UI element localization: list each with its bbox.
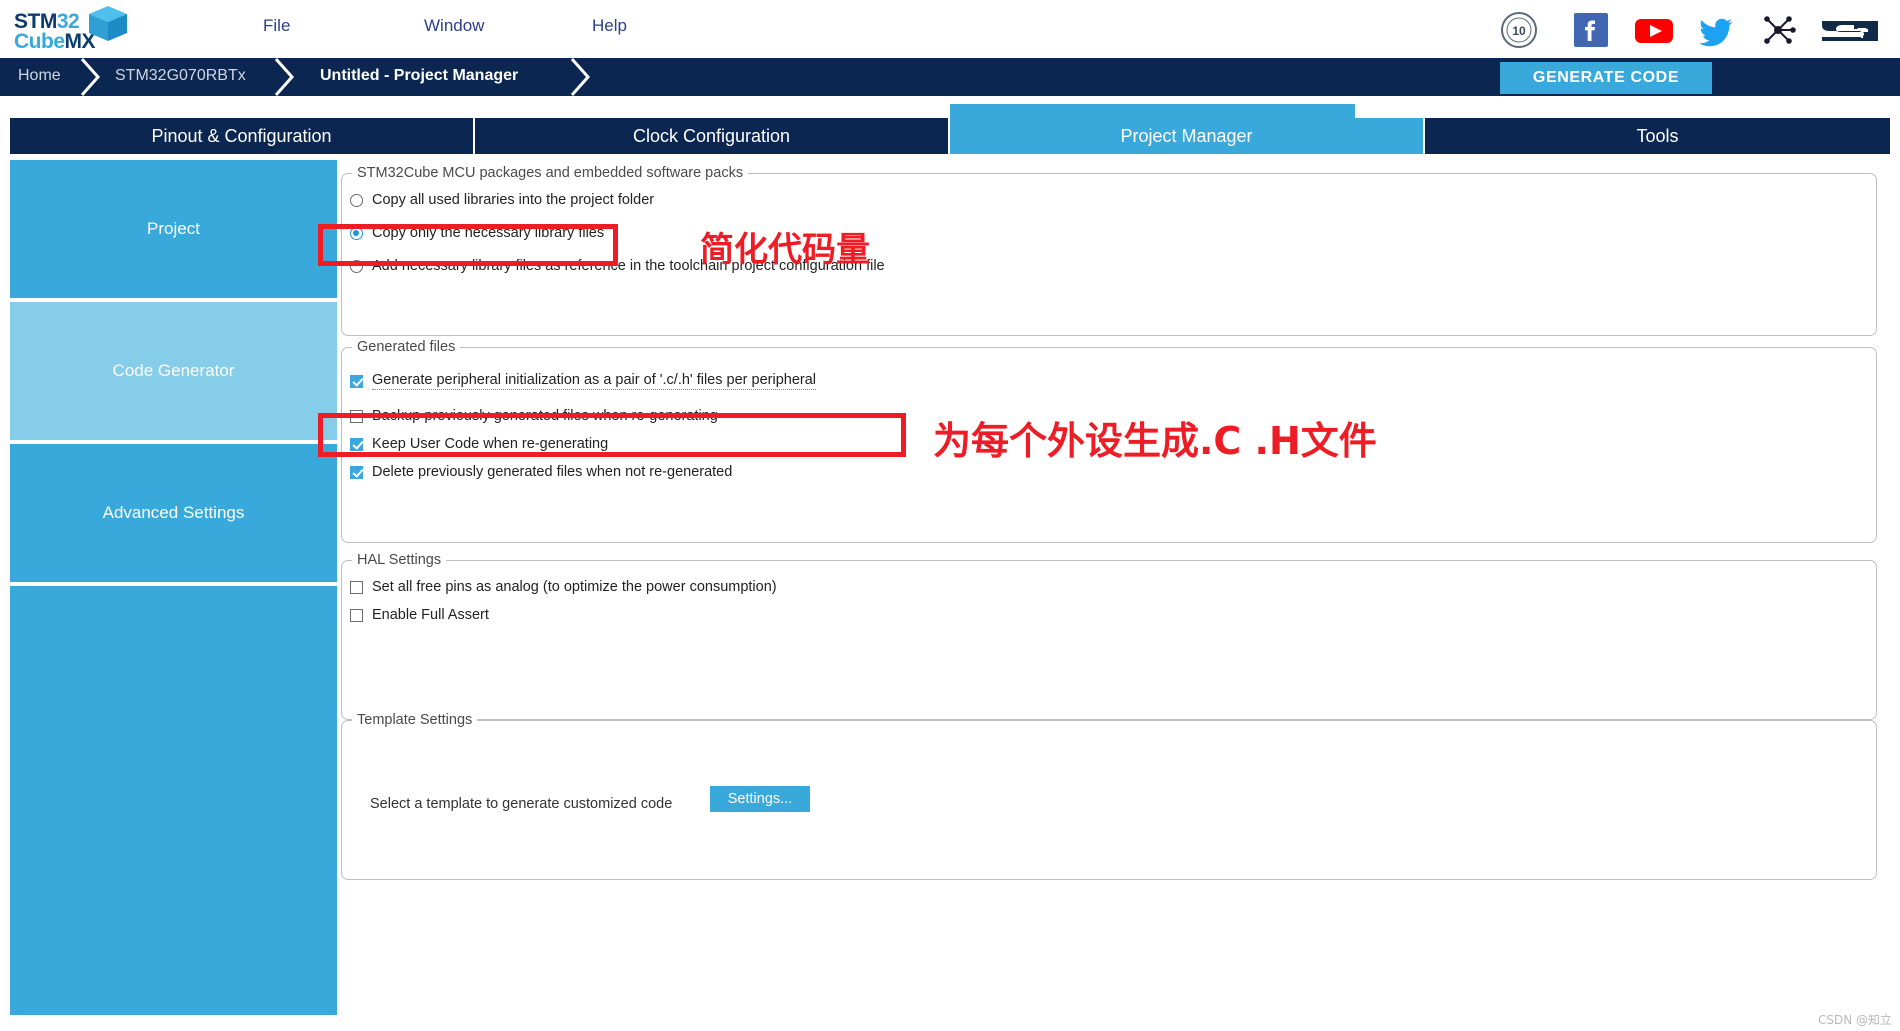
breadcrumb-chevron-icon: [78, 58, 104, 96]
checkbox-label: Backup previously generated files when r…: [372, 408, 718, 424]
radio-label: Copy all used libraries into the project…: [372, 192, 655, 208]
sidebar-item-project[interactable]: Project: [10, 160, 337, 300]
breadcrumb-project[interactable]: Untitled - Project Manager: [320, 67, 518, 85]
ten-years-badge-icon[interactable]: 10: [1500, 11, 1538, 49]
logo-cube-text: Cube: [14, 30, 65, 53]
checkbox-label: Delete previously generated files when n…: [372, 464, 733, 480]
sidebar-item-code-generator[interactable]: Code Generator: [10, 302, 337, 442]
svg-text:T: T: [1857, 25, 1866, 42]
menu-help[interactable]: Help: [592, 16, 627, 36]
group-mcu-packages-title: STM32Cube MCU packages and embedded soft…: [352, 165, 749, 181]
checkbox-label: Generate peripheral initialization as a …: [372, 372, 816, 390]
annotation-text-generate-ch-files: 为每个外设生成.C .H文件: [933, 419, 1377, 463]
checkbox-icon-checked[interactable]: [350, 465, 363, 479]
stm32cubemx-logo: STM32 CubeMX: [10, 4, 140, 56]
twitter-icon[interactable]: [1696, 11, 1734, 49]
menu-window[interactable]: Window: [424, 16, 484, 36]
checkbox-icon[interactable]: [350, 608, 363, 622]
radio-copy-all-libraries[interactable]: Copy all used libraries into the project…: [350, 192, 654, 208]
st-logo-icon[interactable]: T: [1818, 11, 1882, 49]
svg-text:10: 10: [1512, 24, 1526, 38]
group-template-settings: Template Settings Select a template to g…: [341, 712, 1877, 880]
checkbox-icon-checked[interactable]: [350, 437, 363, 451]
facebook-icon[interactable]: [1572, 11, 1610, 49]
youtube-icon[interactable]: [1633, 11, 1673, 49]
checkbox-set-free-pins-analog[interactable]: Set all free pins as analog (to optimize…: [350, 579, 777, 595]
checkbox-label: Set all free pins as analog (to optimize…: [372, 579, 777, 595]
radio-icon-selected[interactable]: [350, 226, 363, 240]
breadcrumb-chevron-icon: [272, 58, 298, 96]
main-tab-bar: Pinout & Configuration Clock Configurati…: [0, 118, 1900, 154]
radio-label: Copy only the necessary library files: [372, 225, 605, 241]
active-tab-indicator-strip: [950, 104, 1355, 118]
sidebar-item-advanced-settings[interactable]: Advanced Settings: [10, 444, 337, 584]
template-description: Select a template to generate customized…: [370, 796, 673, 812]
checkbox-label: Enable Full Assert: [372, 607, 489, 623]
checkbox-backup-generated-files[interactable]: Backup previously generated files when r…: [350, 408, 718, 424]
radio-icon[interactable]: [350, 193, 363, 207]
checkbox-delete-previously-generated[interactable]: Delete previously generated files when n…: [350, 464, 732, 480]
group-hal-settings-title: HAL Settings: [352, 552, 447, 568]
radio-icon[interactable]: [350, 259, 363, 273]
template-settings-button[interactable]: Settings...: [710, 786, 810, 812]
tab-project-manager[interactable]: Project Manager: [950, 118, 1425, 154]
checkbox-enable-full-assert[interactable]: Enable Full Assert: [350, 607, 489, 623]
sidebar-filler: [10, 586, 337, 1015]
logo-line-2: CubeMX: [14, 30, 95, 54]
group-template-settings-title: Template Settings: [352, 712, 478, 728]
code-generator-panel: STM32Cube MCU packages and embedded soft…: [341, 160, 1891, 1018]
menu-file[interactable]: File: [263, 16, 290, 36]
project-manager-sidebar: Project Code Generator Advanced Settings: [10, 160, 337, 1015]
cube-icon: [86, 4, 130, 49]
annotation-text-simplify-code: 简化代码量: [700, 230, 870, 270]
checkbox-icon[interactable]: [350, 580, 363, 594]
breadcrumb-chevron-icon: [568, 58, 594, 96]
group-generated-files-title: Generated files: [352, 339, 461, 355]
radio-copy-only-necessary[interactable]: Copy only the necessary library files: [350, 225, 604, 241]
watermark: CSDN @知立: [1817, 1013, 1892, 1027]
checkbox-icon[interactable]: [350, 409, 363, 423]
checkbox-keep-user-code[interactable]: Keep User Code when re-generating: [350, 436, 608, 452]
tab-tools[interactable]: Tools: [1425, 118, 1890, 154]
group-mcu-packages: STM32Cube MCU packages and embedded soft…: [341, 165, 1877, 336]
tab-clock-configuration[interactable]: Clock Configuration: [475, 118, 950, 154]
checkbox-generate-peripheral-init[interactable]: Generate peripheral initialization as a …: [350, 372, 816, 390]
breadcrumb-home[interactable]: Home: [18, 67, 61, 85]
generate-code-button[interactable]: GENERATE CODE: [1500, 62, 1712, 94]
checkbox-icon-checked[interactable]: [350, 374, 363, 388]
group-hal-settings: HAL Settings Set all free pins as analog…: [341, 552, 1877, 720]
tab-pinout-configuration[interactable]: Pinout & Configuration: [10, 118, 475, 154]
top-menu-bar: STM32 CubeMX File Window Help 10 T: [0, 0, 1900, 60]
checkbox-label: Keep User Code when re-generating: [372, 436, 609, 452]
community-network-icon[interactable]: [1758, 11, 1796, 49]
breadcrumb-device[interactable]: STM32G070RBTx: [115, 67, 246, 85]
